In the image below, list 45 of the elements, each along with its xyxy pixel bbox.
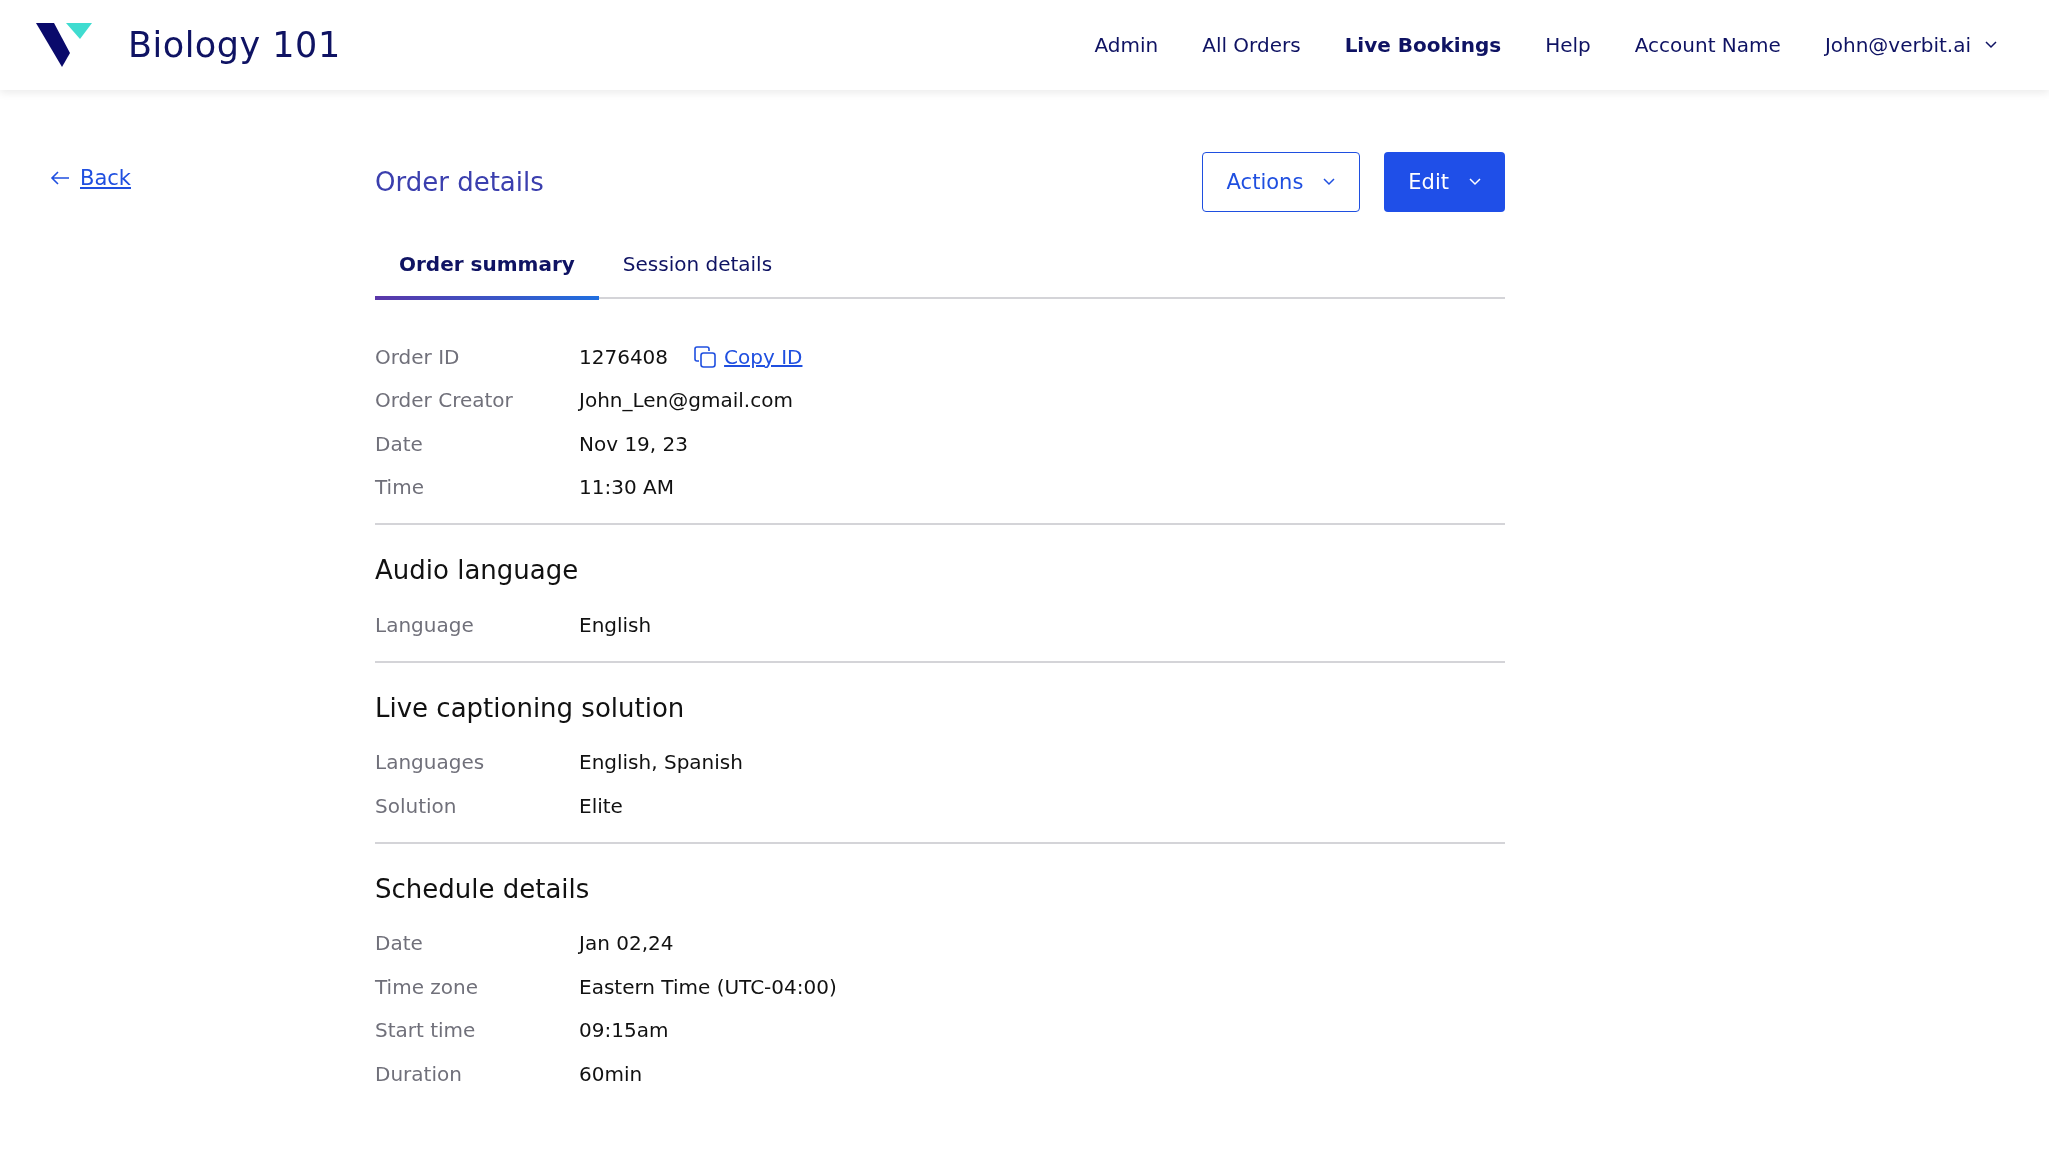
user-menu[interactable]: John@verbit.ai xyxy=(1824,33,1997,57)
field-value: Jan 02,24 xyxy=(579,931,674,956)
field-label: Date xyxy=(375,431,424,456)
field-label: Duration xyxy=(375,1061,463,1086)
tab[interactable]: Order summary xyxy=(375,238,599,300)
field-value: English, Spanish xyxy=(579,750,743,775)
field-value: 1276408 xyxy=(579,344,669,369)
chevron-down-icon xyxy=(1469,178,1481,186)
field-label: Start time xyxy=(375,1018,477,1043)
field-label: Language xyxy=(375,612,475,637)
copy-link[interactable]: Copy ID xyxy=(694,344,803,369)
field-value: 60min xyxy=(579,1061,643,1086)
section-heading: Schedule details xyxy=(375,873,591,904)
field-value: 11:30 AM xyxy=(579,475,674,500)
app-title: Biology 101 xyxy=(128,25,341,65)
dropdown-button[interactable]: Actions xyxy=(1201,152,1361,212)
field-value: 09:15am xyxy=(579,1018,669,1043)
nav-link[interactable]: Account Name xyxy=(1634,33,1781,57)
field-value: John_Len@gmail.com xyxy=(579,388,793,413)
page-title: Order details xyxy=(375,167,544,197)
copy-icon xyxy=(694,345,717,368)
field-value: Nov 19, 23 xyxy=(579,431,688,456)
field-value: Eastern Time (UTC-04:00) xyxy=(579,974,837,999)
tab[interactable]: Session details xyxy=(598,238,797,300)
section-heading: Audio language xyxy=(375,555,580,585)
nav-link[interactable]: All Orders xyxy=(1202,33,1301,57)
field-label: Order ID xyxy=(375,344,461,369)
arrow-left-icon xyxy=(50,171,70,185)
field-value: Elite xyxy=(579,793,623,818)
section-heading: Live captioning solution xyxy=(375,692,686,723)
field-label: Time xyxy=(375,475,425,500)
field-label: Time zone xyxy=(375,974,480,999)
nav-link[interactable]: Admin xyxy=(1094,33,1159,57)
logo-icon xyxy=(36,23,92,67)
back-link[interactable]: Back xyxy=(50,166,131,190)
nav-link[interactable]: Live Bookings xyxy=(1344,33,1502,57)
chevron-down-icon xyxy=(1323,178,1336,186)
nav-link[interactable]: Help xyxy=(1545,33,1591,57)
chevron-down-icon xyxy=(1985,41,1997,49)
field-label: Order Creator xyxy=(375,388,514,413)
field-label: Solution xyxy=(375,793,458,818)
field-label: Languages xyxy=(375,750,486,775)
dropdown-button[interactable]: Edit xyxy=(1384,152,1505,212)
field-label: Date xyxy=(375,931,424,956)
field-value: English xyxy=(579,612,652,637)
